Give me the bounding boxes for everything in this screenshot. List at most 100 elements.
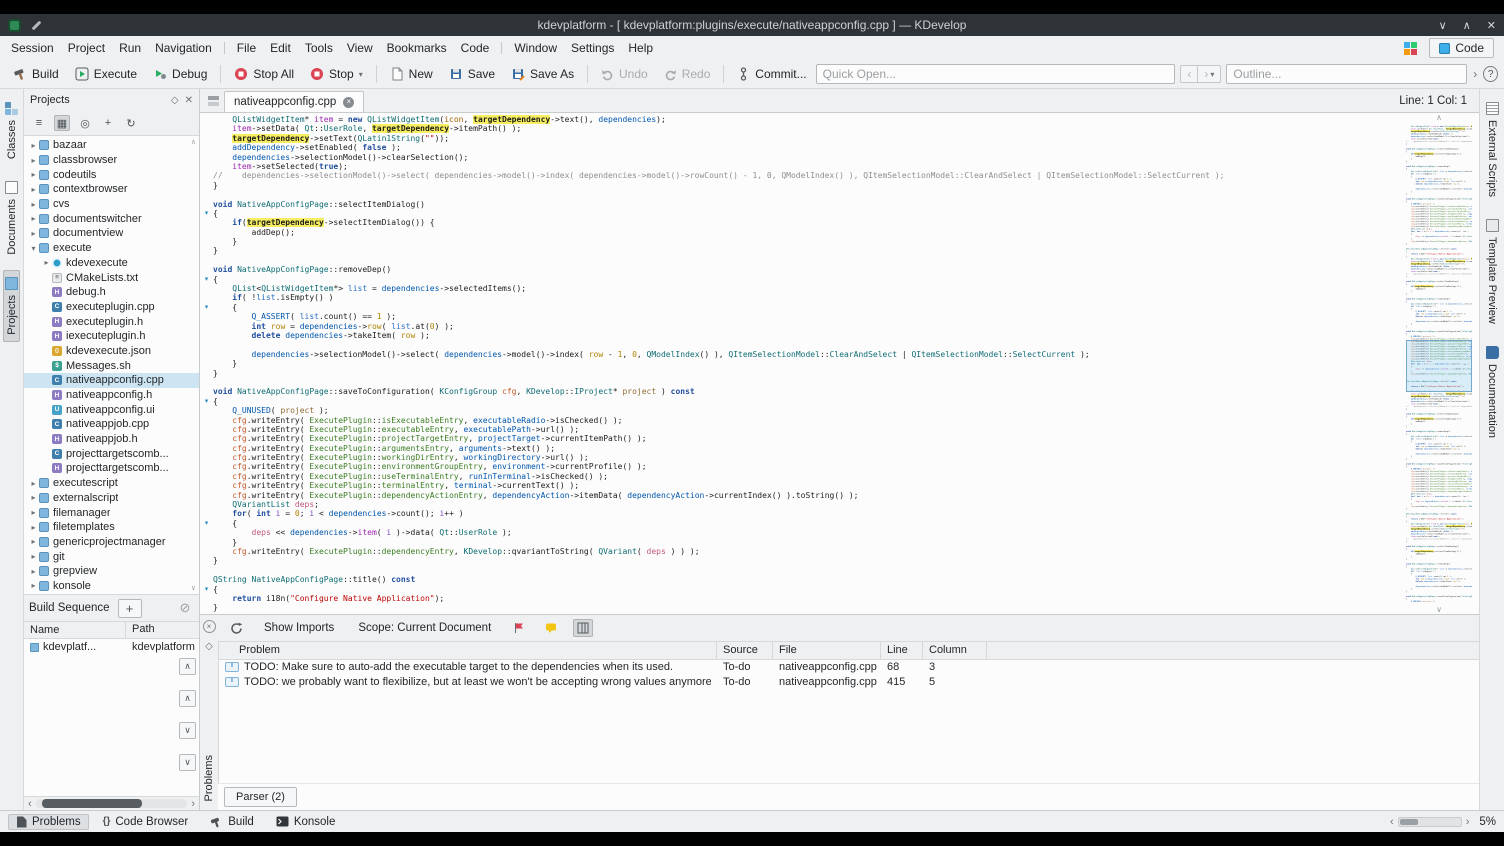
tree-item-documentview[interactable]: ▸ documentview (24, 226, 199, 241)
fold-marker-icon[interactable]: ▾ (200, 585, 213, 594)
code-line[interactable] (200, 256, 1399, 265)
expander-icon[interactable]: ▸ (28, 523, 39, 532)
tree-item-nativeappconfig-h[interactable]: Hnativeappconfig.h (24, 388, 199, 403)
move-up-button[interactable]: ∧ (179, 690, 196, 707)
problems-column-line[interactable]: Line (881, 642, 923, 659)
minimap-viewport[interactable] (1406, 339, 1472, 392)
minimap-down-icon[interactable]: ∨ (1436, 605, 1442, 614)
parser-tab[interactable]: Parser (2) (224, 787, 297, 807)
undo-button[interactable]: Undo (594, 64, 655, 84)
code-line[interactable]: addDep(); (200, 228, 1399, 237)
code-line[interactable]: cfg.writeEntry( ExecutePlugin::dependenc… (200, 491, 1399, 500)
statusbar-code-browser[interactable]: {} Code Browser (95, 814, 197, 830)
code-line[interactable]: if(targetDependency->selectItemDialog())… (200, 218, 1399, 228)
tree-item-codeutils[interactable]: ▸ codeutils (24, 167, 199, 182)
problems-column-file[interactable]: File (773, 642, 881, 659)
menu-settings[interactable]: Settings (564, 38, 621, 58)
column-header-name[interactable]: Name (24, 622, 126, 638)
tree-item-projecttargetscomb[interactable]: Cprojecttargetscomb... (24, 446, 199, 461)
activities-grid-icon[interactable] (1404, 41, 1418, 55)
move-down-button[interactable]: ∨ (179, 722, 196, 739)
expander-icon[interactable]: ▸ (28, 200, 39, 209)
zoom-right-icon[interactable]: › (1464, 816, 1472, 827)
show-imports-button[interactable]: Show Imports (258, 620, 340, 636)
pin-icon[interactable] (31, 20, 42, 30)
tree-item-nativeappconfig-ui[interactable]: Unativeappconfig.ui (24, 402, 199, 417)
code-line[interactable]: addDependency->setEnabled( false ); (200, 143, 1399, 152)
warning-filter-icon[interactable] (541, 619, 561, 637)
tree-item-iexecuteplugin-h[interactable]: Hiexecuteplugin.h (24, 329, 199, 344)
next-button[interactable]: › ▾ (1198, 65, 1222, 83)
zoom-slider[interactable]: ‹ › (1388, 816, 1472, 827)
code-line[interactable]: } (200, 369, 1399, 378)
redo-button[interactable]: Redo (657, 64, 718, 84)
kdevelop-app-icon[interactable] (8, 18, 21, 32)
problems-column-problem[interactable]: Problem (219, 642, 717, 659)
code-line[interactable]: ▾{ (200, 585, 1399, 594)
menu-help[interactable]: Help (621, 38, 660, 58)
code-line[interactable]: } (200, 603, 1399, 612)
expander-icon[interactable]: ▸ (41, 258, 52, 267)
tree-item-cmakelists-txt[interactable]: ≡ CMakeLists.txt (24, 270, 199, 285)
expander-icon[interactable]: ▸ (28, 581, 39, 590)
list-mode-icon[interactable]: ▦ (54, 115, 70, 131)
statusbar-konsole[interactable]: Konsole (268, 814, 344, 830)
code-line[interactable]: cfg.writeEntry( ExecutePlugin::terminalE… (200, 481, 1399, 490)
code-line[interactable]: ▾{ (200, 209, 1399, 218)
scroll-left-icon[interactable]: ‹ (26, 798, 34, 809)
save-as-button[interactable]: Save As (504, 64, 581, 84)
menu-code[interactable]: Code (454, 38, 497, 58)
expander-icon[interactable]: ▸ (28, 156, 39, 165)
execute-button[interactable]: Execute (68, 64, 144, 84)
code-line[interactable]: cfg.writeEntry( ExecutePlugin::environme… (200, 462, 1399, 471)
zoom-track[interactable] (1397, 816, 1462, 827)
menu-navigation[interactable]: Navigation (148, 38, 219, 58)
tree-item-executeplugin-h[interactable]: Hexecuteplugin.h (24, 314, 199, 329)
code-line[interactable]: void NativeAppConfigPage::removeDep() (200, 265, 1399, 274)
tree-item-konsole[interactable]: ▸ konsole (24, 579, 199, 594)
tree-item-filemanager[interactable]: ▸ filemanager (24, 505, 199, 520)
dock-horizontal-scrollbar[interactable]: ‹ › (24, 796, 199, 810)
code-line[interactable]: // dependencies->selectionModel()->selec… (200, 171, 1399, 180)
code-line[interactable]: item->setSelected(true); (200, 162, 1399, 171)
move-bottom-button[interactable]: ∨ (179, 754, 196, 771)
scrollbar-track[interactable] (35, 799, 188, 808)
quick-open-input[interactable] (815, 64, 1176, 84)
refresh-icon[interactable] (226, 619, 246, 637)
zoom-thumb[interactable] (1399, 818, 1418, 825)
code-line[interactable]: deps << dependencies->item( i )->data( Q… (200, 528, 1399, 537)
code-line[interactable]: cfg.writeEntry( ExecutePlugin::dependenc… (200, 547, 1399, 556)
code-line[interactable]: item->setData( Qt::UserRole, targetDepen… (200, 124, 1399, 134)
code-line[interactable]: delete dependencies->takeItem( row ); (200, 331, 1399, 340)
tree-item-genericprojectmanager[interactable]: ▸ genericprojectmanager (24, 535, 199, 550)
stop-dropdown-icon[interactable]: ▾ (359, 70, 363, 79)
scrollbar-thumb[interactable] (41, 799, 142, 808)
add-to-build-sequence-button[interactable]: + (117, 598, 142, 618)
stop-button[interactable]: Stop ▾ (303, 64, 370, 84)
expander-icon[interactable]: ▸ (28, 214, 39, 223)
dock-tab-external-scripts[interactable]: External Scripts (1484, 95, 1501, 204)
tree-item-kdevexecute[interactable]: ▸ kdevexecute (24, 256, 199, 271)
code-line[interactable]: cfg.writeEntry( ExecutePlugin::executabl… (200, 425, 1399, 434)
commit-button[interactable]: Commit... (730, 64, 813, 84)
add-icon[interactable]: + (100, 115, 116, 131)
code-line[interactable]: cfg.writeEntry( ExecutePlugin::useTermin… (200, 472, 1399, 481)
tree-item-nativeappjob-cpp[interactable]: Cnativeappjob.cpp (24, 417, 199, 432)
tree-item-contextbrowser[interactable]: ▸ contextbrowser (24, 182, 199, 197)
menu-view[interactable]: View (340, 38, 380, 58)
code-line[interactable]: QList<QListWidgetItem*> list = dependenc… (200, 284, 1399, 293)
close-panel-icon[interactable]: ✕ (185, 95, 193, 106)
fold-marker-icon[interactable]: ▾ (200, 303, 213, 312)
menu-session[interactable]: Session (4, 38, 61, 58)
tree-item-classbrowser[interactable]: ▸ classbrowser (24, 153, 199, 168)
code-line[interactable]: ▾{ (200, 275, 1399, 284)
code-line[interactable] (200, 190, 1399, 199)
tree-item-bazaar[interactable]: ▸ bazaar (24, 138, 199, 153)
code-line[interactable]: QListWidgetItem* item = new QListWidgetI… (200, 115, 1399, 124)
scroll-right-icon[interactable]: › (189, 798, 197, 809)
tree-item-messages-sh[interactable]: $ Messages.sh (24, 358, 199, 373)
code-line[interactable]: ▾{ (200, 397, 1399, 406)
minimap[interactable]: ∧ QListWidgetItem* item = new QListWidge… (1401, 113, 1477, 614)
menu-bookmarks[interactable]: Bookmarks (380, 38, 454, 58)
help-button[interactable]: ? (1483, 66, 1499, 82)
